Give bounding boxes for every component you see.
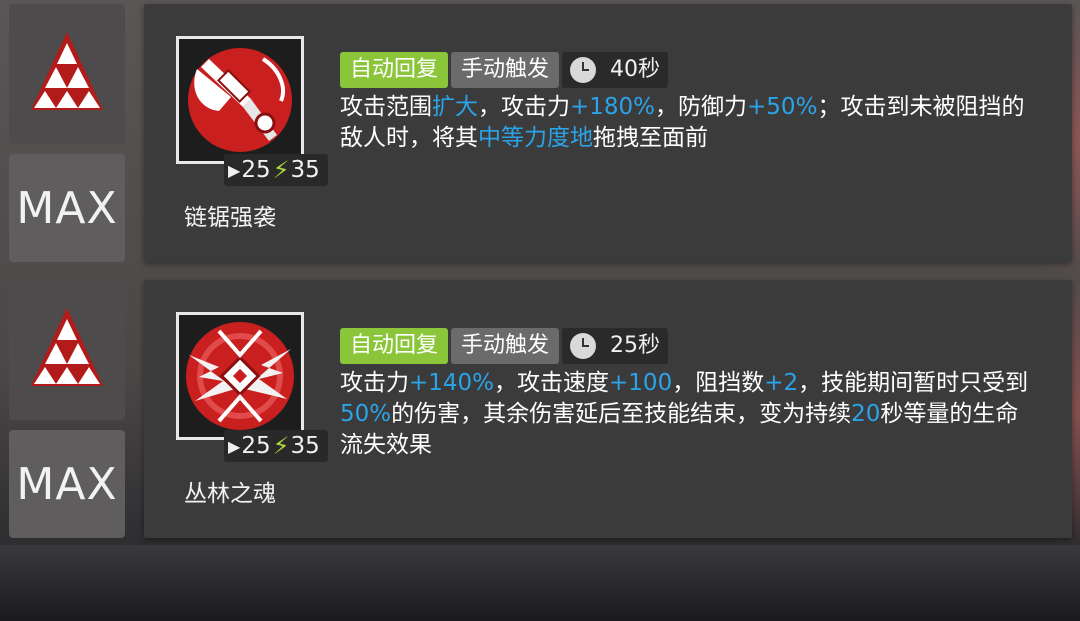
sp-cost-badge: ▶ 25 ⚡ 35 bbox=[224, 154, 328, 186]
desc-segment: ，防御力 bbox=[655, 94, 748, 120]
duration-tag: 40秒 bbox=[562, 52, 669, 88]
mastery-rank-box bbox=[9, 280, 125, 420]
desc-segment: ，阻挡数 bbox=[672, 370, 765, 396]
desc-segment: ，攻击力 bbox=[478, 94, 570, 120]
skill-description: 攻击范围扩大，攻击力+180%，防御力+50%；攻击到未被阻挡的敌人时，将其中等… bbox=[340, 92, 1040, 154]
skill-name: 丛林之魂 bbox=[184, 481, 276, 507]
mastery-triangle-icon bbox=[31, 32, 103, 110]
skill-tags: 自动回复 手动触发 25秒 bbox=[340, 328, 671, 364]
skill-rank-panel: MAX bbox=[9, 280, 125, 538]
mastery-level-label: MAX bbox=[9, 154, 125, 262]
desc-highlight: 中等力度地 bbox=[478, 125, 593, 151]
desc-segment: 的伤害，其余伤害延后至技能结束，变为持续 bbox=[391, 401, 852, 427]
desc-segment: 拖拽至面前 bbox=[593, 125, 708, 151]
desc-highlight: +50% bbox=[747, 94, 818, 120]
skill-icon-frame[interactable] bbox=[176, 312, 304, 440]
play-arrow-icon: ▶ bbox=[228, 160, 241, 180]
skill-card[interactable]: ▶ 25 ⚡ 35 丛林之魂 自动回复 手动触发 25秒 攻击力+140%，攻击… bbox=[144, 280, 1072, 538]
desc-segment: 攻击力 bbox=[340, 370, 409, 396]
clock-icon bbox=[570, 333, 597, 359]
desc-highlight: +180% bbox=[570, 94, 656, 120]
recovery-type-tag: 自动回复 bbox=[340, 52, 449, 88]
desc-highlight: 50% bbox=[340, 401, 392, 427]
desc-highlight: +140% bbox=[409, 370, 495, 396]
jungle-beast-icon bbox=[186, 322, 294, 430]
play-arrow-icon: ▶ bbox=[228, 436, 241, 456]
duration-value: 40秒 bbox=[610, 57, 661, 82]
skill-row-1[interactable]: MAX ▶ 25 ⚡ 35 链锯强袭 自动回复 手动触发 40秒 攻击范围扩大，… bbox=[0, 4, 1080, 266]
background-bottom-band bbox=[0, 545, 1080, 621]
mastery-triangle-icon bbox=[31, 308, 103, 386]
sp-cost-value: 35 bbox=[290, 433, 320, 459]
mastery-level-label: MAX bbox=[9, 430, 125, 538]
skill-rank-panel: MAX bbox=[9, 4, 125, 262]
lightning-bolt-icon: ⚡ bbox=[272, 432, 290, 460]
desc-segment: ，攻击速度 bbox=[494, 370, 610, 396]
desc-segment: ，技能期间暂时只受到 bbox=[798, 370, 1029, 396]
desc-highlight: 扩大 bbox=[432, 94, 478, 120]
trigger-type-tag: 手动触发 bbox=[451, 52, 560, 88]
desc-segment: 攻击范围 bbox=[340, 94, 432, 120]
trigger-type-tag: 手动触发 bbox=[451, 328, 560, 364]
desc-highlight: +2 bbox=[764, 370, 799, 396]
skill-card[interactable]: ▶ 25 ⚡ 35 链锯强袭 自动回复 手动触发 40秒 攻击范围扩大，攻击力+… bbox=[144, 4, 1072, 262]
duration-value: 25秒 bbox=[610, 333, 661, 358]
skill-description: 攻击力+140%，攻击速度+100，阻挡数+2，技能期间暂时只受到 50%的伤害，… bbox=[340, 368, 1040, 461]
desc-highlight: +100 bbox=[609, 370, 673, 396]
lightning-bolt-icon: ⚡ bbox=[272, 156, 290, 184]
skill-tags: 自动回复 手动触发 40秒 bbox=[340, 52, 671, 88]
mastery-rank-box bbox=[9, 4, 125, 144]
duration-tag: 25秒 bbox=[562, 328, 669, 364]
initial-sp-value: 25 bbox=[241, 433, 271, 459]
skill-name: 链锯强袭 bbox=[184, 205, 276, 231]
clock-icon bbox=[570, 57, 597, 83]
recovery-type-tag: 自动回复 bbox=[340, 328, 449, 364]
desc-highlight: 20 bbox=[851, 401, 881, 427]
initial-sp-value: 25 bbox=[241, 157, 271, 183]
skill-icon-frame[interactable] bbox=[176, 36, 304, 164]
sp-cost-badge: ▶ 25 ⚡ 35 bbox=[224, 430, 328, 462]
chainsaw-axe-icon bbox=[188, 48, 292, 152]
sp-cost-value: 35 bbox=[290, 157, 320, 183]
skill-row-2[interactable]: MAX ▶ 25 ⚡ 35 丛林之魂 自动回复 手动触发 25秒 攻击力+140… bbox=[0, 280, 1080, 542]
